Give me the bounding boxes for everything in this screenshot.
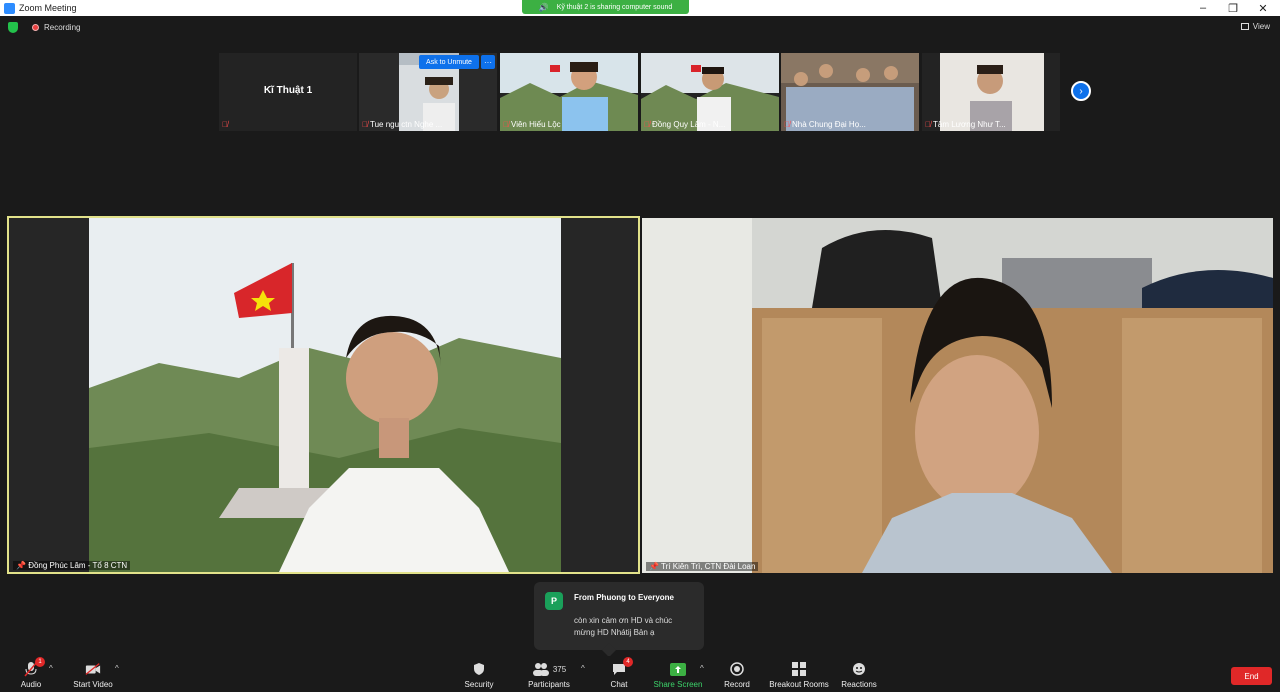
speaker-name-label: 📌 Đồng Phúc Lâm - Tổ 8 CTN	[13, 561, 131, 570]
record-button[interactable]: Record	[720, 656, 754, 692]
start-video-label: Start Video	[73, 680, 113, 689]
participant-thumbnail[interactable]: Kĩ Thuật 1 🎙̸	[219, 53, 357, 131]
recording-label[interactable]: Recording	[44, 23, 80, 32]
smiley-icon	[851, 661, 867, 677]
sender-avatar: P	[545, 592, 563, 610]
thumbnail-label: 🎙̸ Đồng Quy Lâm - N...	[644, 120, 725, 129]
audio-badge: 1	[35, 657, 45, 667]
speaker-name: Đồng Phúc Lâm - Tổ 8 CTN	[28, 561, 128, 570]
participant-thumbnail[interactable]: 🎙̸ Nhà Chung Đại Họ...	[781, 53, 919, 131]
record-label: Record	[724, 680, 750, 689]
more-options-button[interactable]: ···	[481, 55, 495, 69]
zoom-app-icon	[4, 2, 15, 14]
sharing-banner-text: Kỹ thuật 2 is sharing computer sound	[556, 3, 673, 11]
security-button[interactable]: Security	[462, 656, 496, 692]
ask-to-unmute-button[interactable]: Ask to Unmute	[419, 55, 479, 69]
meeting-toolbar: 1 Audio ^ Start Video ^ Security 375 Par…	[0, 656, 1280, 692]
thumbnail-label: 🎙̸	[222, 120, 230, 129]
breakout-rooms-button[interactable]: Breakout Rooms	[766, 656, 832, 692]
breakout-rooms-label: Breakout Rooms	[769, 680, 829, 689]
share-options-caret[interactable]: ^	[700, 664, 704, 673]
thumbnail-label: 🎙̸ Nhà Chung Đại Họ...	[784, 120, 866, 129]
breakout-rooms-icon	[791, 661, 807, 677]
window-title: Zoom Meeting	[19, 3, 77, 13]
restore-button[interactable]: ❐	[1218, 0, 1248, 16]
chevron-right-icon: ›	[1079, 85, 1083, 97]
sharing-sound-banner[interactable]: 🔊 Kỹ thuật 2 is sharing computer sound	[522, 0, 689, 14]
participant-thumbnail[interactable]: 🎙̸ Tâm Lương Như T...	[922, 53, 1060, 131]
chat-button[interactable]: 4 Chat	[602, 656, 636, 692]
participant-video-large	[642, 218, 1273, 573]
video-options-caret[interactable]: ^	[115, 664, 119, 673]
mic-muted-icon: 🎙̸	[362, 120, 368, 129]
mic-muted-icon: 🎙̸	[925, 120, 931, 129]
view-button[interactable]: View	[1240, 22, 1270, 31]
participants-icon: 375	[529, 661, 569, 677]
chat-message-text: còn xin cảm ơn HD và chúc mừng HD Nhátij…	[574, 616, 673, 637]
speaker-icon: 🔊	[538, 2, 549, 12]
participants-button[interactable]: 375 Participants	[526, 656, 572, 692]
thumbnail-label: 🎙̸ Tue ngu ctn Nghe ...	[362, 120, 442, 129]
audio-label: Audio	[20, 680, 42, 689]
participant-name: Nhà Chung Đại Họ...	[792, 120, 866, 129]
participant-name: Tâm Lương Như T...	[933, 120, 1006, 129]
end-meeting-button[interactable]: End	[1231, 667, 1272, 685]
security-label: Security	[464, 680, 494, 689]
zoom-meeting-window: Zoom Meeting – ❐ ✕ 🔊 Kỹ thuật 2 is shari…	[0, 0, 1280, 692]
chat-bubble-icon: 4	[611, 657, 633, 677]
minimize-button[interactable]: –	[1188, 0, 1218, 16]
participant-thumbnail[interactable]: 🎙̸ Đồng Quy Lâm - N...	[641, 53, 779, 131]
participant-name: Đồng Quy Lâm - N...	[652, 120, 726, 129]
meeting-status-row: Recording	[8, 22, 80, 33]
reactions-button[interactable]: Reactions	[840, 656, 878, 692]
participant-name-label: 📌 Trí Kiên Trì, CTN Đài Loan	[646, 562, 759, 571]
thumbnail-label: 🎙̸ Viên Hiếu Lộc	[503, 120, 561, 129]
popup-tail	[601, 642, 617, 658]
participant-name: Tue ngu ctn Nghe ...	[370, 120, 443, 129]
participant-name: Trí Kiên Trì, CTN Đài Loan	[661, 562, 756, 571]
chat-badge: 4	[623, 657, 633, 667]
main-video[interactable]: 📌 Trí Kiên Trì, CTN Đài Loan	[642, 218, 1273, 573]
pin-icon: 📌	[649, 562, 659, 571]
chat-sender-line: From Phuong to Everyone	[574, 593, 675, 602]
mic-muted-icon: 🎙̸	[784, 120, 790, 129]
audio-options-caret[interactable]: ^	[49, 664, 53, 673]
muted-mic-icon: 1	[23, 657, 45, 677]
share-screen-button[interactable]: Share Screen	[653, 656, 703, 692]
participant-thumbnail[interactable]: 🎙̸ Viên Hiếu Lộc	[500, 53, 638, 131]
reactions-label: Reactions	[841, 680, 877, 689]
start-video-button[interactable]: Start Video	[70, 656, 116, 692]
video-off-icon	[85, 661, 101, 677]
pin-icon: 📌	[16, 561, 26, 570]
audio-button[interactable]: 1 Audio	[14, 656, 48, 692]
view-grid-icon	[1240, 23, 1249, 30]
encryption-shield-icon[interactable]	[8, 22, 18, 33]
thumbnail-label: 🎙̸ Tâm Lương Như T...	[925, 120, 1006, 129]
next-page-button[interactable]: ›	[1071, 81, 1091, 101]
main-video-active-speaker[interactable]: 📌 Đồng Phúc Lâm - Tổ 8 CTN	[7, 216, 640, 574]
chat-notification-popup[interactable]: P From Phuong to Everyone còn xin cảm ơn…	[534, 582, 704, 658]
mic-muted-icon: 🎙̸	[644, 120, 650, 129]
participant-name-large: Kĩ Thuật 1	[263, 85, 313, 96]
mic-muted-icon: 🎙̸	[503, 120, 509, 129]
participant-name: Viên Hiếu Lộc	[511, 120, 561, 129]
mic-muted-icon: 🎙̸	[222, 120, 228, 129]
record-icon	[729, 661, 745, 677]
recording-icon	[32, 24, 39, 31]
participants-label: Participants	[528, 680, 570, 689]
participants-count: 375	[552, 664, 567, 674]
participants-options-caret[interactable]: ^	[581, 664, 585, 673]
view-label: View	[1252, 22, 1270, 31]
chat-label: Chat	[610, 680, 628, 689]
share-screen-label: Share Screen	[653, 680, 703, 689]
share-screen-icon	[670, 661, 686, 677]
speaker-video	[9, 218, 638, 572]
security-shield-icon	[471, 661, 487, 677]
close-window-button[interactable]: ✕	[1248, 0, 1278, 16]
